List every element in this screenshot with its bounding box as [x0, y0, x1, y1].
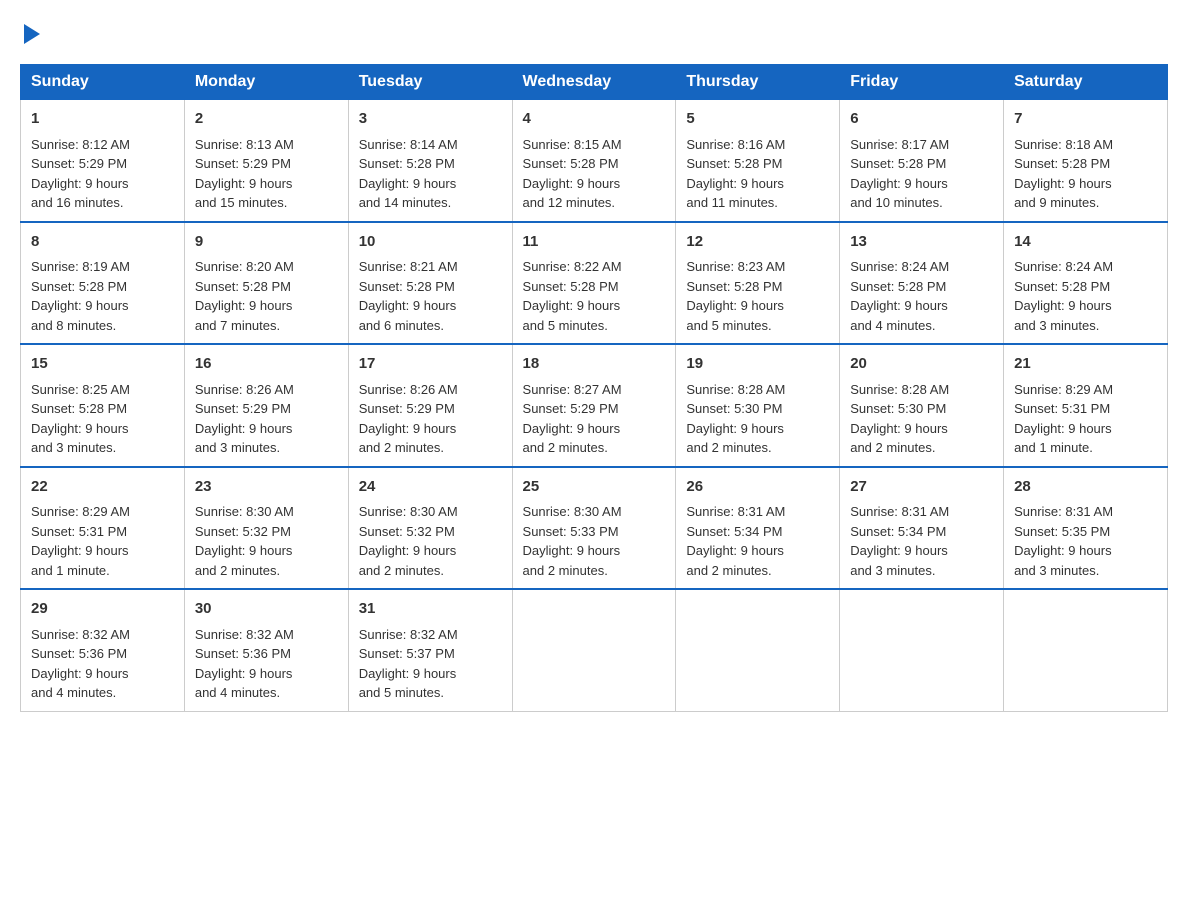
day-number: 11: [523, 231, 666, 254]
day-number: 17: [359, 353, 502, 376]
day-number: 28: [1014, 476, 1157, 499]
day-number: 29: [31, 598, 174, 621]
day-number: 8: [31, 231, 174, 254]
table-row: 29Sunrise: 8:32 AMSunset: 5:36 PMDayligh…: [21, 589, 185, 711]
day-number: 24: [359, 476, 502, 499]
table-row: 18Sunrise: 8:27 AMSunset: 5:29 PMDayligh…: [512, 344, 676, 467]
day-number: 22: [31, 476, 174, 499]
table-row: 9Sunrise: 8:20 AMSunset: 5:28 PMDaylight…: [184, 222, 348, 345]
day-number: 23: [195, 476, 338, 499]
table-row: 1Sunrise: 8:12 AMSunset: 5:29 PMDaylight…: [21, 100, 185, 222]
table-row: 6Sunrise: 8:17 AMSunset: 5:28 PMDaylight…: [840, 100, 1004, 222]
table-row: [840, 589, 1004, 711]
day-number: 3: [359, 108, 502, 131]
day-number: 15: [31, 353, 174, 376]
day-number: 26: [686, 476, 829, 499]
day-number: 2: [195, 108, 338, 131]
day-number: 31: [359, 598, 502, 621]
day-number: 13: [850, 231, 993, 254]
table-row: 4Sunrise: 8:15 AMSunset: 5:28 PMDaylight…: [512, 100, 676, 222]
table-row: 21Sunrise: 8:29 AMSunset: 5:31 PMDayligh…: [1004, 344, 1168, 467]
table-row: 3Sunrise: 8:14 AMSunset: 5:28 PMDaylight…: [348, 100, 512, 222]
table-row: [676, 589, 840, 711]
day-number: 16: [195, 353, 338, 376]
day-number: 6: [850, 108, 993, 131]
header-row: SundayMondayTuesdayWednesdayThursdayFrid…: [21, 65, 1168, 100]
day-number: 12: [686, 231, 829, 254]
day-number: 10: [359, 231, 502, 254]
calendar-row-4: 22Sunrise: 8:29 AMSunset: 5:31 PMDayligh…: [21, 467, 1168, 590]
col-header-sunday: Sunday: [21, 65, 185, 100]
day-number: 21: [1014, 353, 1157, 376]
table-row: 19Sunrise: 8:28 AMSunset: 5:30 PMDayligh…: [676, 344, 840, 467]
page-header: [20, 20, 1168, 44]
col-header-monday: Monday: [184, 65, 348, 100]
table-row: 12Sunrise: 8:23 AMSunset: 5:28 PMDayligh…: [676, 222, 840, 345]
table-row: 10Sunrise: 8:21 AMSunset: 5:28 PMDayligh…: [348, 222, 512, 345]
logo: [20, 20, 40, 44]
table-row: 22Sunrise: 8:29 AMSunset: 5:31 PMDayligh…: [21, 467, 185, 590]
table-row: 17Sunrise: 8:26 AMSunset: 5:29 PMDayligh…: [348, 344, 512, 467]
table-row: 8Sunrise: 8:19 AMSunset: 5:28 PMDaylight…: [21, 222, 185, 345]
calendar-row-3: 15Sunrise: 8:25 AMSunset: 5:28 PMDayligh…: [21, 344, 1168, 467]
day-number: 9: [195, 231, 338, 254]
day-number: 27: [850, 476, 993, 499]
table-row: 23Sunrise: 8:30 AMSunset: 5:32 PMDayligh…: [184, 467, 348, 590]
day-number: 1: [31, 108, 174, 131]
table-row: [1004, 589, 1168, 711]
day-number: 30: [195, 598, 338, 621]
table-row: 5Sunrise: 8:16 AMSunset: 5:28 PMDaylight…: [676, 100, 840, 222]
day-number: 14: [1014, 231, 1157, 254]
logo-arrow-icon: [24, 24, 40, 44]
table-row: 24Sunrise: 8:30 AMSunset: 5:32 PMDayligh…: [348, 467, 512, 590]
calendar-row-2: 8Sunrise: 8:19 AMSunset: 5:28 PMDaylight…: [21, 222, 1168, 345]
table-row: 13Sunrise: 8:24 AMSunset: 5:28 PMDayligh…: [840, 222, 1004, 345]
day-number: 25: [523, 476, 666, 499]
col-header-tuesday: Tuesday: [348, 65, 512, 100]
table-row: 30Sunrise: 8:32 AMSunset: 5:36 PMDayligh…: [184, 589, 348, 711]
table-row: 2Sunrise: 8:13 AMSunset: 5:29 PMDaylight…: [184, 100, 348, 222]
calendar-row-5: 29Sunrise: 8:32 AMSunset: 5:36 PMDayligh…: [21, 589, 1168, 711]
day-number: 20: [850, 353, 993, 376]
calendar-table: SundayMondayTuesdayWednesdayThursdayFrid…: [20, 64, 1168, 712]
calendar-row-1: 1Sunrise: 8:12 AMSunset: 5:29 PMDaylight…: [21, 100, 1168, 222]
table-row: 26Sunrise: 8:31 AMSunset: 5:34 PMDayligh…: [676, 467, 840, 590]
col-header-thursday: Thursday: [676, 65, 840, 100]
table-row: 25Sunrise: 8:30 AMSunset: 5:33 PMDayligh…: [512, 467, 676, 590]
day-number: 18: [523, 353, 666, 376]
table-row: [512, 589, 676, 711]
day-number: 7: [1014, 108, 1157, 131]
day-number: 5: [686, 108, 829, 131]
table-row: 28Sunrise: 8:31 AMSunset: 5:35 PMDayligh…: [1004, 467, 1168, 590]
day-number: 4: [523, 108, 666, 131]
col-header-friday: Friday: [840, 65, 1004, 100]
col-header-saturday: Saturday: [1004, 65, 1168, 100]
col-header-wednesday: Wednesday: [512, 65, 676, 100]
table-row: 31Sunrise: 8:32 AMSunset: 5:37 PMDayligh…: [348, 589, 512, 711]
table-row: 15Sunrise: 8:25 AMSunset: 5:28 PMDayligh…: [21, 344, 185, 467]
table-row: 7Sunrise: 8:18 AMSunset: 5:28 PMDaylight…: [1004, 100, 1168, 222]
day-number: 19: [686, 353, 829, 376]
table-row: 20Sunrise: 8:28 AMSunset: 5:30 PMDayligh…: [840, 344, 1004, 467]
table-row: 27Sunrise: 8:31 AMSunset: 5:34 PMDayligh…: [840, 467, 1004, 590]
table-row: 14Sunrise: 8:24 AMSunset: 5:28 PMDayligh…: [1004, 222, 1168, 345]
table-row: 11Sunrise: 8:22 AMSunset: 5:28 PMDayligh…: [512, 222, 676, 345]
table-row: 16Sunrise: 8:26 AMSunset: 5:29 PMDayligh…: [184, 344, 348, 467]
